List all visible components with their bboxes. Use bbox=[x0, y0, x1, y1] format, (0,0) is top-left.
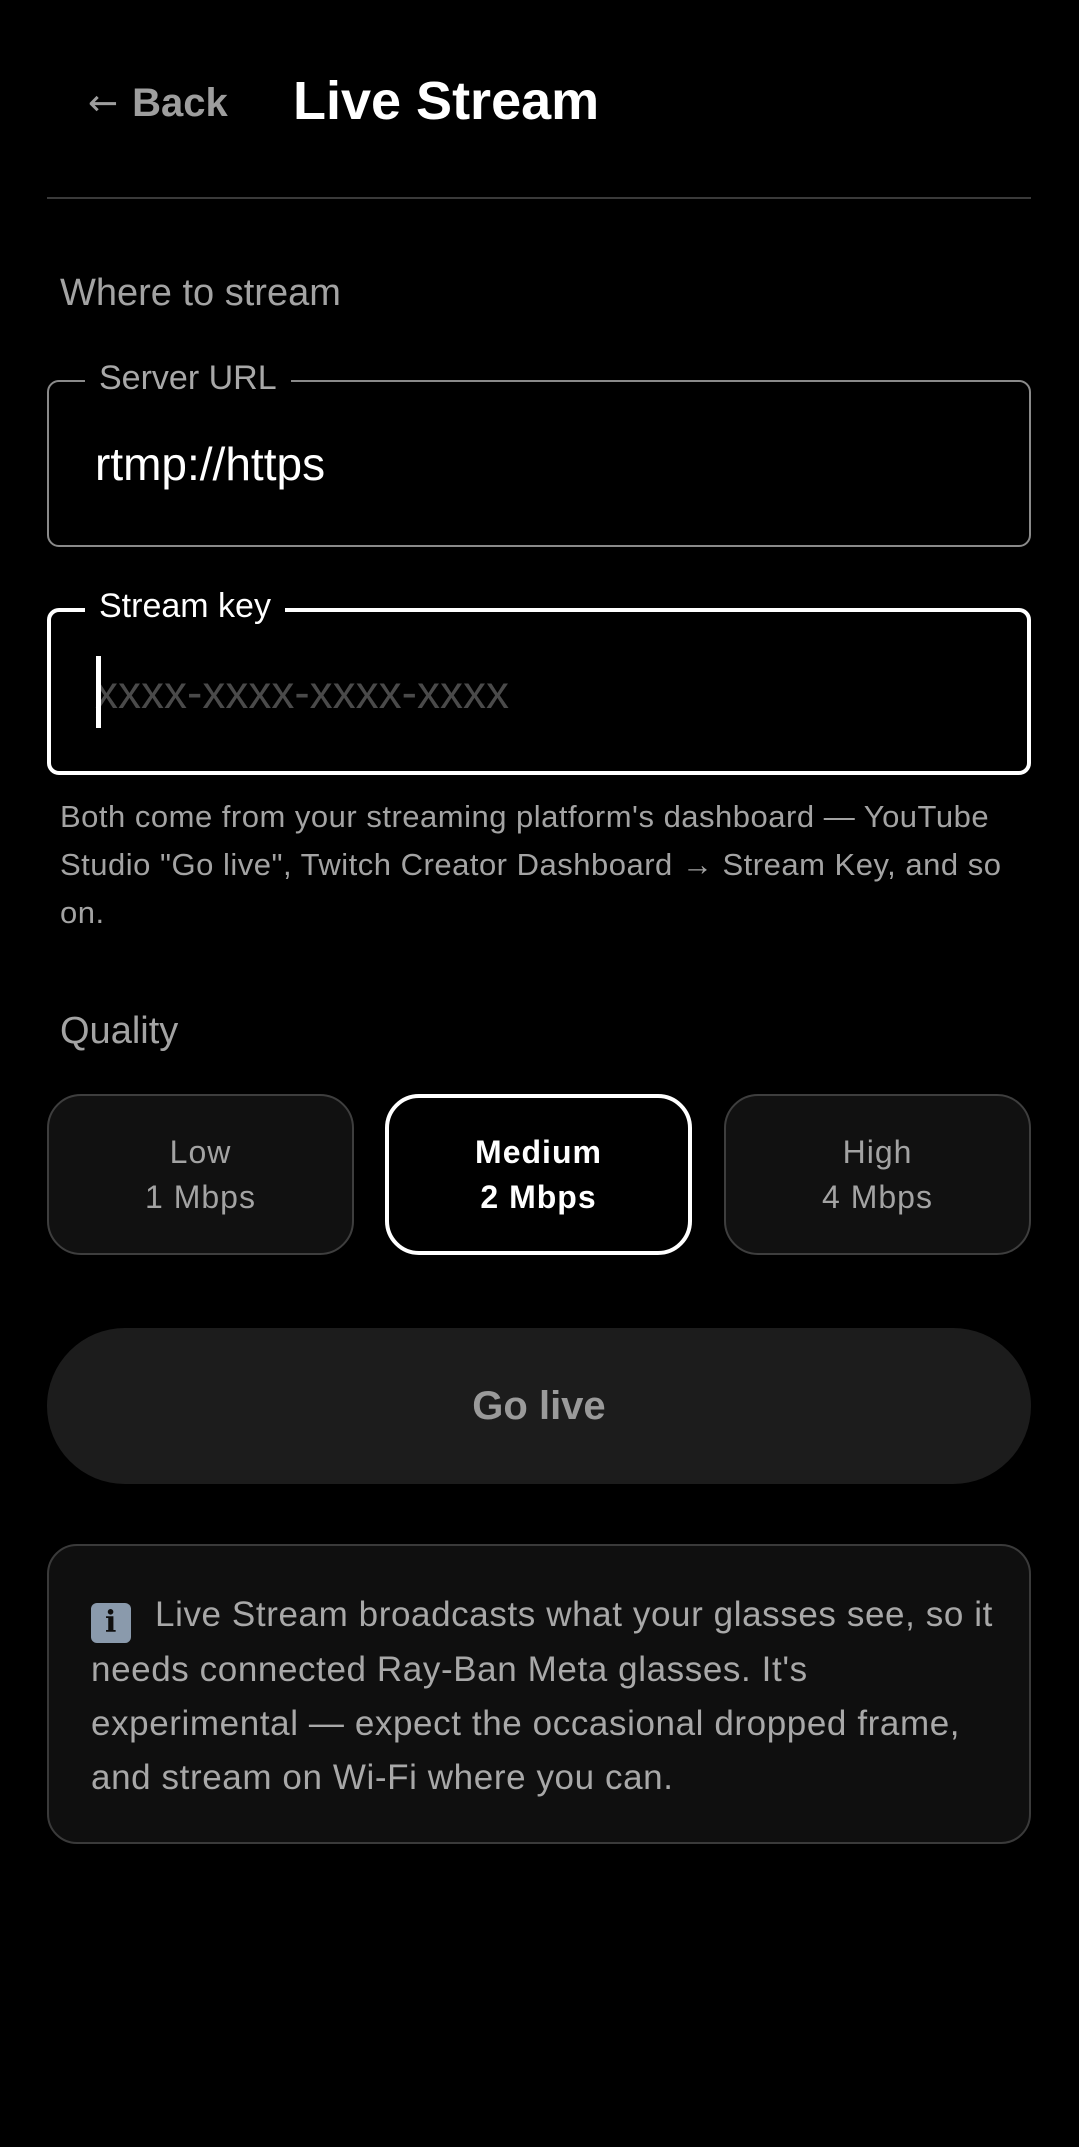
go-live-button[interactable]: Go live bbox=[47, 1328, 1031, 1484]
helper-text: Both come from your streaming platform's… bbox=[60, 799, 1002, 930]
page-title: Live Stream bbox=[293, 71, 600, 131]
info-icon: i bbox=[91, 1603, 131, 1643]
quality-option-low[interactable]: Low 1 Mbps bbox=[47, 1094, 354, 1255]
server-url-label: Server URL bbox=[85, 358, 291, 398]
server-url-field[interactable]: Server URL bbox=[47, 358, 1031, 547]
quality-option-high[interactable]: High 4 Mbps bbox=[724, 1094, 1031, 1255]
header-divider bbox=[47, 197, 1031, 199]
stream-key-field[interactable]: Stream key bbox=[47, 586, 1031, 775]
app-header: ← Back Live Stream bbox=[0, 0, 1079, 199]
info-notice-text: Live Stream broadcasts what your glasses… bbox=[91, 1595, 993, 1797]
quality-option-medium[interactable]: Medium 2 Mbps bbox=[385, 1094, 692, 1255]
back-button[interactable]: ← Back bbox=[88, 78, 228, 128]
quality-option-rate: 1 Mbps bbox=[145, 1178, 256, 1215]
quality-selector: Low 1 Mbps Medium 2 Mbps High 4 Mbps bbox=[47, 1094, 1031, 1255]
server-url-input[interactable] bbox=[95, 433, 999, 494]
stream-key-label: Stream key bbox=[85, 586, 285, 626]
text-cursor bbox=[96, 656, 101, 728]
info-notice-body: i Live Stream broadcasts what your glasse… bbox=[91, 1588, 1011, 1805]
quality-option-name: High bbox=[842, 1133, 913, 1170]
where-to-stream-heading: Where to stream bbox=[60, 272, 341, 314]
quality-option-rate: 2 Mbps bbox=[480, 1178, 597, 1215]
info-notice: i Live Stream broadcasts what your glasse… bbox=[47, 1544, 1031, 1844]
quality-option-rate: 4 Mbps bbox=[822, 1178, 933, 1215]
quality-heading: Quality bbox=[60, 1010, 179, 1052]
stream-key-input[interactable] bbox=[95, 661, 997, 722]
quality-option-name: Low bbox=[169, 1133, 232, 1170]
quality-option-name: Medium bbox=[475, 1133, 602, 1170]
back-label: Back bbox=[132, 80, 228, 125]
back-arrow-icon: ← bbox=[88, 82, 119, 124]
